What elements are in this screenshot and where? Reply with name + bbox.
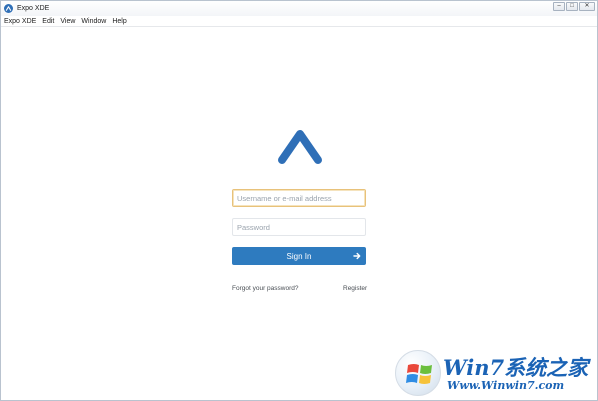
sign-in-button[interactable]: Sign In (232, 247, 366, 265)
windows-flag-icon (406, 364, 432, 384)
minimize-button[interactable]: – (553, 2, 565, 11)
watermark-badge (395, 350, 441, 396)
username-input[interactable] (232, 189, 366, 207)
login-panel: Sign In Forgot your password? Register (1, 28, 597, 400)
menu-window[interactable]: Window (81, 18, 106, 25)
arrow-right-icon (353, 252, 361, 260)
sign-in-label: Sign In (286, 251, 312, 261)
app-window: Expo XDE – □ ✕ Expo XDE Edit View Window… (0, 0, 598, 401)
watermark: Win7系统之家 Www.Winwin7.com (395, 350, 591, 398)
title-bar[interactable]: Expo XDE – □ ✕ (1, 1, 597, 16)
watermark-url: Www.Winwin7.com (447, 379, 565, 392)
menu-help[interactable]: Help (112, 18, 126, 25)
menu-bar: Expo XDE Edit View Window Help (1, 16, 597, 27)
window-controls: – □ ✕ (553, 2, 595, 12)
password-input[interactable] (232, 218, 366, 236)
expo-logo-icon (4, 4, 13, 13)
window-title: Expo XDE (17, 5, 50, 12)
maximize-button[interactable]: □ (566, 2, 578, 11)
menu-edit[interactable]: Edit (42, 18, 54, 25)
menu-view[interactable]: View (60, 18, 75, 25)
expo-logo-icon (278, 130, 322, 164)
forgot-password-link[interactable]: Forgot your password? (232, 285, 298, 292)
menu-expo-xde[interactable]: Expo XDE (4, 18, 36, 25)
register-link[interactable]: Register (343, 285, 367, 292)
watermark-title: Win7系统之家 (443, 355, 589, 380)
close-button[interactable]: ✕ (579, 2, 595, 11)
